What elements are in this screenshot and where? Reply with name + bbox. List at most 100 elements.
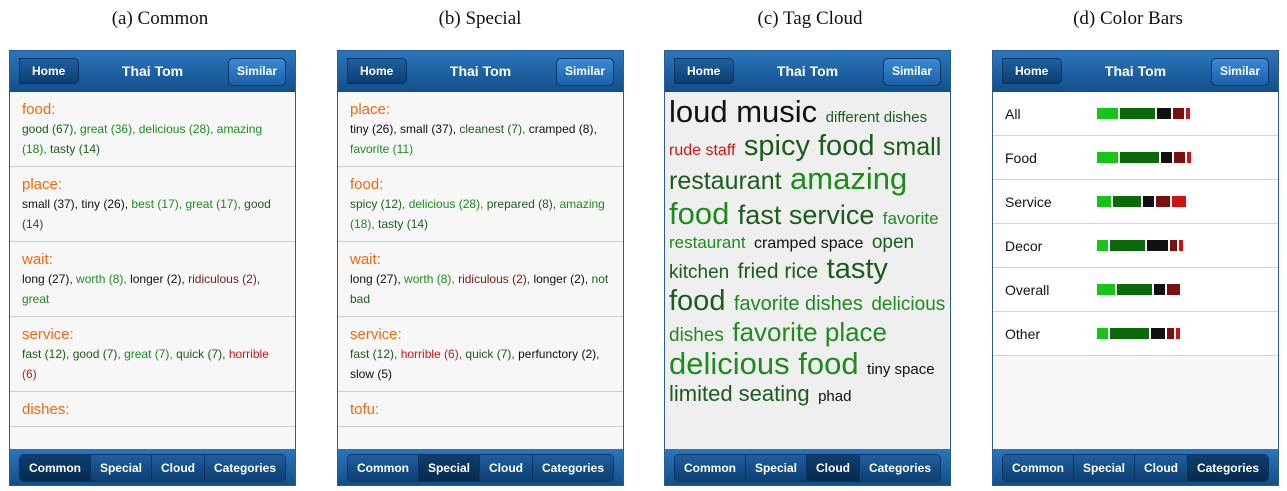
- aspect-terms: spicy (12), delicious (28), prepared (8)…: [350, 194, 613, 234]
- bar-segment: [1097, 108, 1118, 119]
- category-row[interactable]: Decor: [993, 224, 1278, 268]
- term: prepared (8),: [486, 197, 557, 211]
- tab-categories[interactable]: Categories: [532, 455, 613, 481]
- term: favorite (11): [350, 142, 414, 156]
- aspect-section[interactable]: service: fast (12), horrible (6), quick (…: [338, 317, 623, 392]
- tab-categories[interactable]: Categories: [204, 455, 285, 481]
- bar-segment: [1187, 152, 1191, 163]
- aspect-section[interactable]: wait: long (27), worth (8), longer (2), r…: [10, 242, 295, 317]
- tab-cloud[interactable]: Cloud: [152, 455, 205, 481]
- home-button[interactable]: Home: [674, 58, 734, 84]
- category-row[interactable]: Overall: [993, 268, 1278, 312]
- category-row[interactable]: Other: [993, 312, 1278, 356]
- cloud-tag[interactable]: phad: [818, 388, 851, 405]
- tab-categories[interactable]: Categories: [859, 455, 940, 481]
- term: delicious (28),: [138, 122, 214, 136]
- cloud-tag[interactable]: cramped space: [754, 235, 863, 252]
- aspect-title: dishes:: [22, 401, 70, 418]
- aspect-title: service:: [350, 326, 402, 343]
- term: longer (2),: [533, 272, 589, 286]
- category-label: Service: [1005, 193, 1052, 210]
- similar-button[interactable]: Similar: [882, 58, 941, 86]
- tab-bar: Common Special Cloud Categories: [338, 449, 623, 485]
- term: great: [22, 292, 50, 306]
- cloud-tag[interactable]: limited seating: [669, 381, 810, 406]
- aspect-section[interactable]: service: fast (12), good (7), great (7), …: [10, 317, 295, 392]
- tab-special[interactable]: Special: [1073, 455, 1135, 481]
- bar-segment: [1170, 240, 1177, 251]
- aspect-section[interactable]: food: spicy (12), delicious (28), prepare…: [338, 167, 623, 242]
- phone-cloud: Home Thai Tom Similar loud music differe…: [664, 50, 951, 486]
- term: small (37),: [400, 122, 457, 136]
- cloud-tag[interactable]: fried rice: [738, 260, 819, 283]
- tab-cloud[interactable]: Cloud: [480, 455, 533, 481]
- tab-special[interactable]: Special: [745, 455, 807, 481]
- tab-special[interactable]: Special: [418, 455, 480, 481]
- term-list: place: tiny (26), small (37), cleanest (7…: [338, 92, 623, 449]
- term: small (37),: [22, 197, 79, 211]
- aspect-title: food:: [350, 176, 384, 193]
- tab-bar: Common Special Cloud Categories: [993, 449, 1278, 485]
- aspect-title: tofu:: [350, 401, 380, 418]
- tab-common[interactable]: Common: [20, 455, 91, 481]
- nav-bar: Home Thai Tom Similar: [338, 51, 623, 92]
- tab-bar: Common Special Cloud Categories: [10, 449, 295, 485]
- similar-button[interactable]: Similar: [227, 58, 286, 86]
- term: ridiculous (2),: [458, 272, 531, 286]
- bar-segment: [1143, 196, 1154, 207]
- similar-button[interactable]: Similar: [555, 58, 614, 86]
- aspect-terms: long (27), worth (8), ridiculous (2), lo…: [350, 269, 613, 309]
- cloud-tag[interactable]: different dishes: [826, 109, 927, 126]
- bar-segment: [1174, 152, 1185, 163]
- cloud-tag[interactable]: loud music: [669, 94, 817, 129]
- term: great (17),: [185, 197, 241, 211]
- tab-common[interactable]: Common: [675, 455, 746, 481]
- cloud-tag[interactable]: favorite place: [732, 317, 887, 347]
- category-row[interactable]: Service: [993, 180, 1278, 224]
- aspect-terms: fast (12), good (7), great (7), quick (7…: [22, 344, 285, 384]
- home-button[interactable]: Home: [347, 58, 407, 84]
- cloud-tag[interactable]: fast service: [738, 200, 875, 230]
- term: tiny (26),: [350, 122, 397, 136]
- aspect-section[interactable]: wait: long (27), worth (8), ridiculous (2…: [338, 242, 623, 317]
- tab-categories[interactable]: Categories: [1187, 455, 1268, 481]
- tab-special[interactable]: Special: [90, 455, 152, 481]
- aspect-section[interactable]: place: tiny (26), small (37), cleanest (7…: [338, 92, 623, 167]
- category-list: All Food Service Decor Overall Other: [993, 92, 1278, 449]
- aspect-title: place:: [350, 101, 391, 118]
- aspect-section[interactable]: tofu:: [338, 392, 623, 427]
- bar-segment: [1110, 328, 1149, 339]
- tab-bar: Common Special Cloud Categories: [665, 449, 950, 485]
- similar-button[interactable]: Similar: [1210, 58, 1269, 86]
- sentiment-bar: [1097, 108, 1192, 119]
- home-button[interactable]: Home: [1002, 58, 1062, 84]
- cloud-tag[interactable]: spicy food: [744, 130, 875, 162]
- aspect-section[interactable]: dishes:: [10, 392, 295, 427]
- term: worth (8),: [404, 272, 455, 286]
- phone-common: Home Thai Tom Similar food: good (67), gr…: [9, 50, 296, 486]
- bar-segment: [1097, 152, 1118, 163]
- bar-segment: [1117, 284, 1152, 295]
- aspect-section[interactable]: place: small (37), tiny (26), best (17), …: [10, 167, 295, 242]
- cloud-tag[interactable]: rude staff: [669, 142, 735, 159]
- tab-common[interactable]: Common: [1003, 455, 1074, 481]
- term: long (27),: [22, 272, 73, 286]
- cloud-tag[interactable]: delicious food: [669, 346, 859, 381]
- aspect-section[interactable]: food: good (67), great (36), delicious (2…: [10, 92, 295, 167]
- term: fast (12),: [350, 347, 398, 361]
- category-row[interactable]: All: [993, 92, 1278, 136]
- tab-common[interactable]: Common: [348, 455, 419, 481]
- term: tasty (14): [50, 142, 101, 156]
- cloud-tag[interactable]: tiny space: [867, 361, 935, 378]
- tab-cloud[interactable]: Cloud: [807, 455, 860, 481]
- tab-cloud[interactable]: Cloud: [1135, 455, 1188, 481]
- category-label: Other: [1005, 325, 1041, 342]
- cloud-tag[interactable]: favorite dishes: [734, 293, 863, 315]
- category-row[interactable]: Food: [993, 136, 1278, 180]
- home-button[interactable]: Home: [19, 58, 79, 84]
- bar-segment: [1173, 108, 1184, 119]
- term: good (67),: [22, 122, 77, 136]
- term: ridiculous (2),: [188, 272, 261, 286]
- sentiment-bar: [1097, 196, 1188, 207]
- sentiment-bar: [1097, 284, 1182, 295]
